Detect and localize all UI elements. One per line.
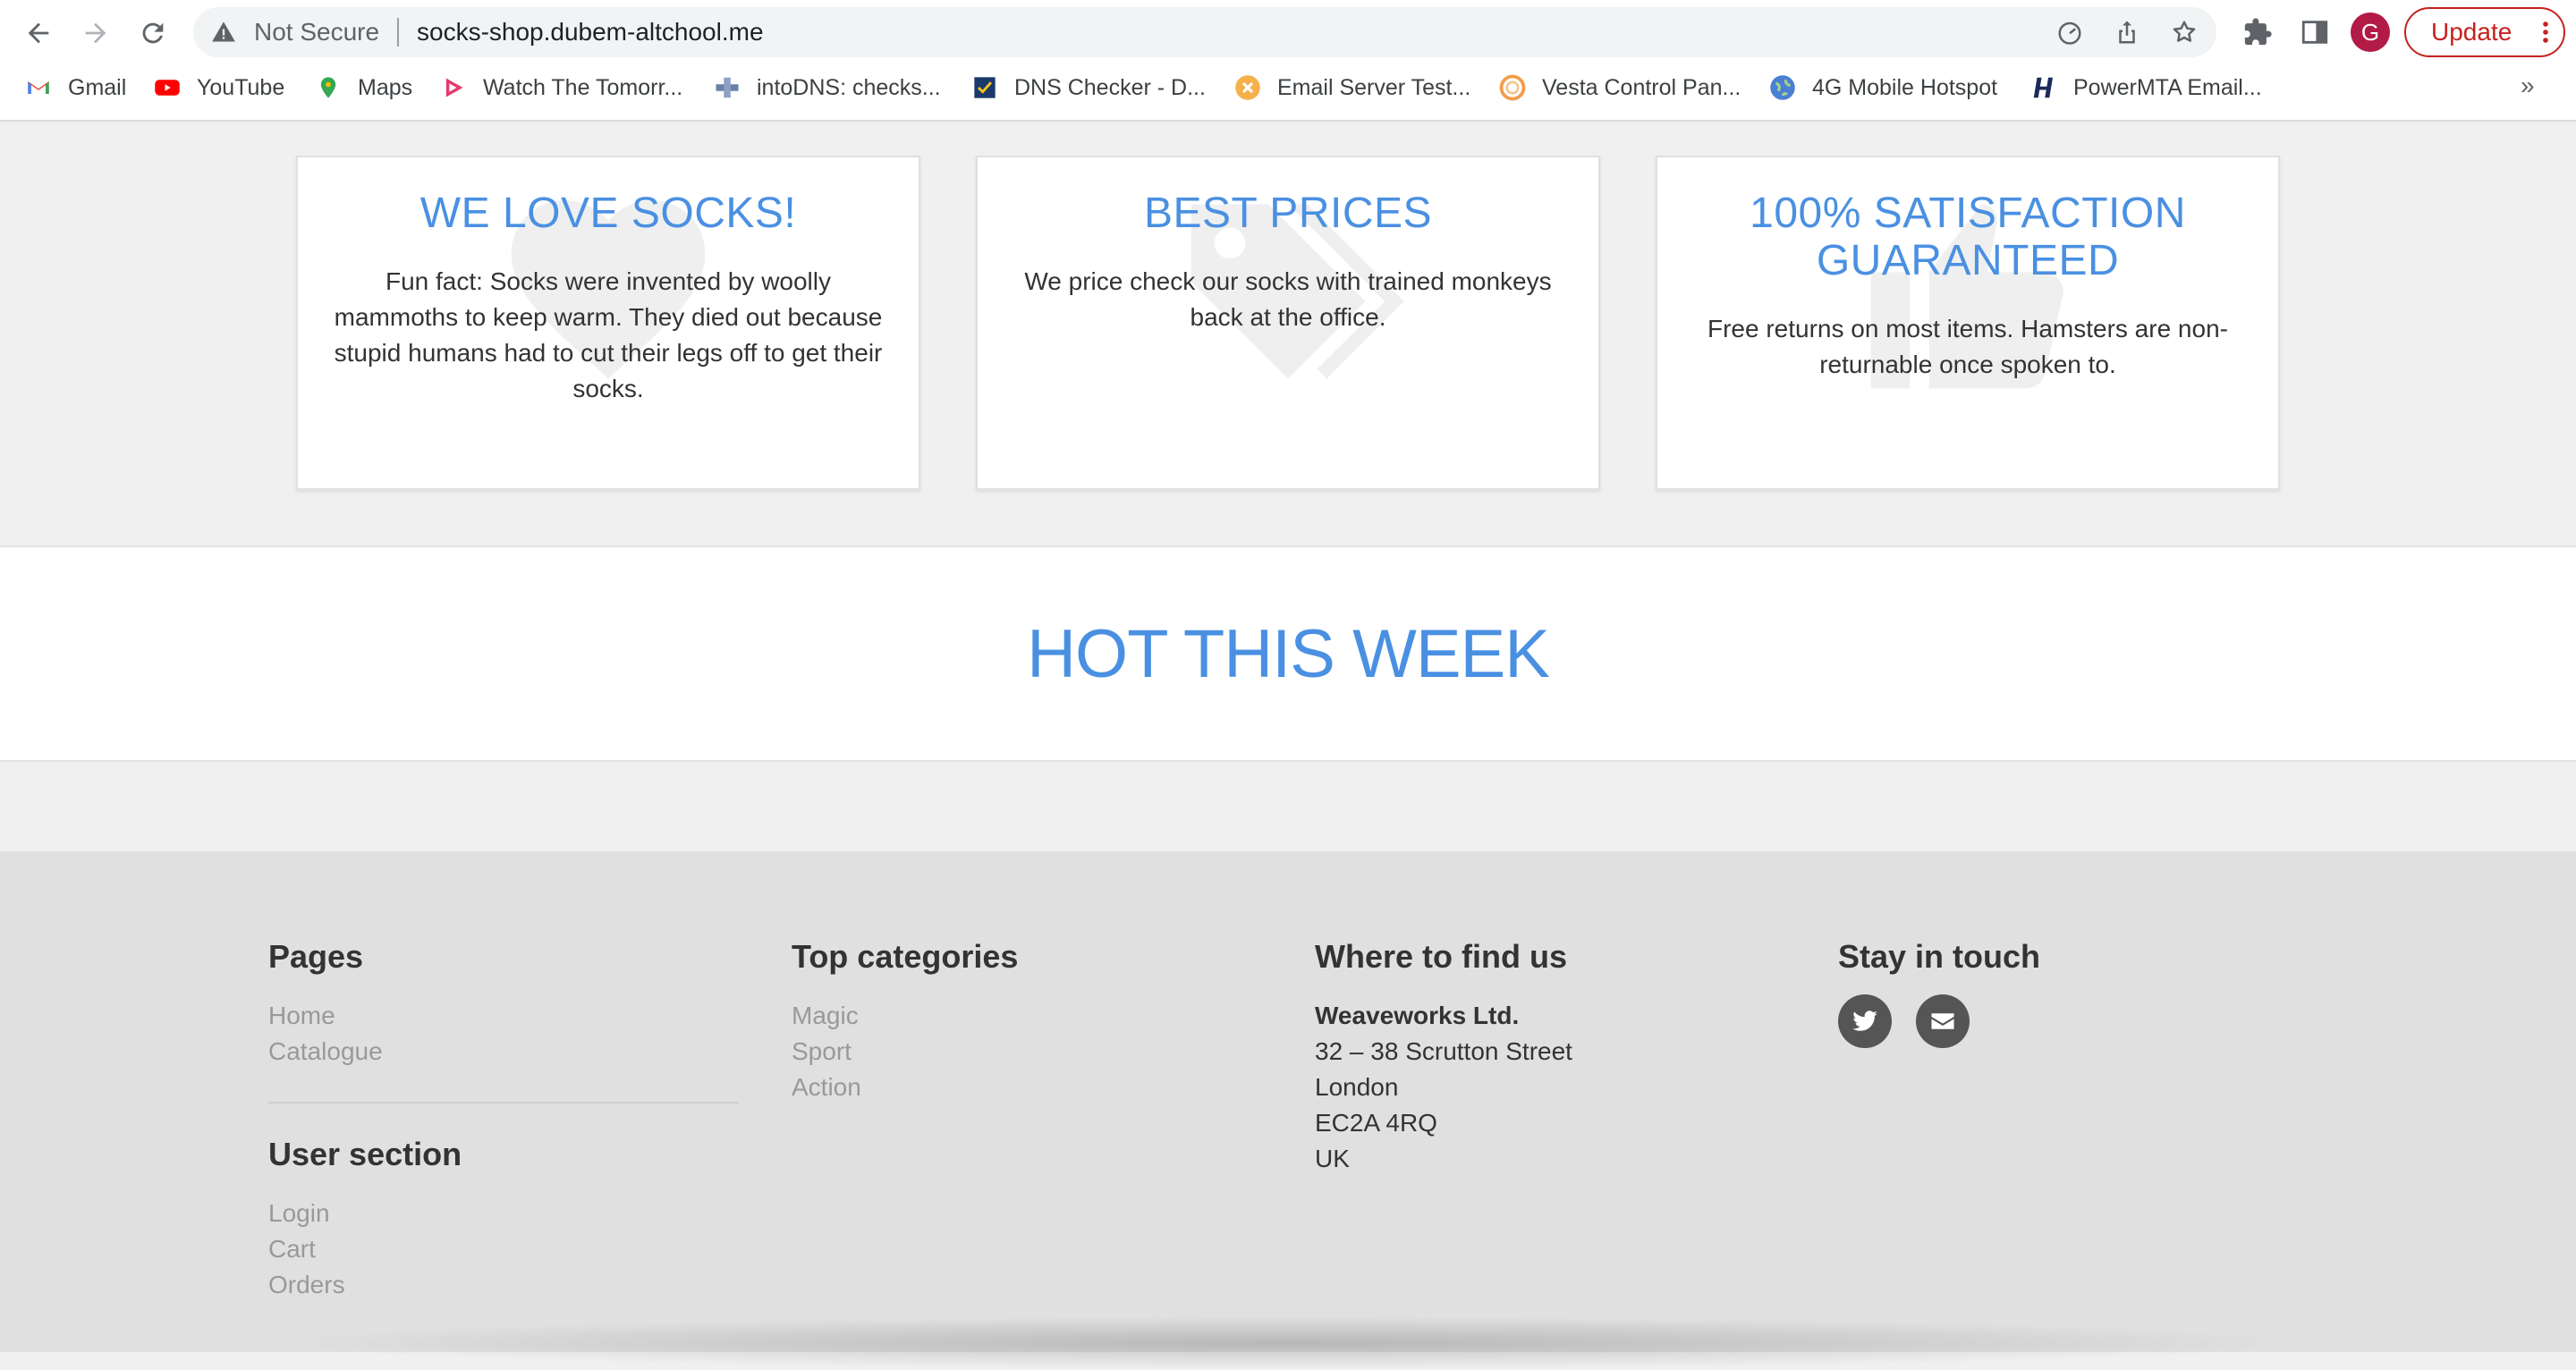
bookmark-gmail[interactable]: Gmail bbox=[25, 70, 126, 106]
feature-box-satisfaction: 100% SATISFACTION GUARANTEED Free return… bbox=[1656, 156, 2280, 490]
bookmark-vesta[interactable]: Vesta Control Pan... bbox=[1499, 70, 1741, 106]
globe-icon bbox=[1769, 74, 1796, 101]
more-bookmarks-button[interactable]: » bbox=[2521, 72, 2535, 100]
bookmark-label: Email Server Test... bbox=[1277, 74, 1471, 100]
feature-title: BEST PRICES bbox=[1143, 190, 1433, 237]
company-name: Weaveworks Ltd. bbox=[1315, 1002, 1520, 1029]
update-label: Update bbox=[2431, 18, 2512, 46]
feature-text: Free returns on most items. Hamsters are… bbox=[1707, 315, 2228, 378]
url-text[interactable]: socks-shop.dubem-altchool.me bbox=[417, 16, 764, 48]
intodns-icon bbox=[714, 74, 741, 101]
footer-where-to-find-us: Where to find us Weaveworks Ltd. 32 – 38… bbox=[1315, 937, 1572, 1177]
footer-link-magic[interactable]: Magic bbox=[792, 998, 1018, 1034]
performance-icon[interactable] bbox=[2054, 16, 2086, 48]
address-postcode: EC2A 4RQ bbox=[1315, 1109, 1437, 1137]
url-separator bbox=[397, 18, 399, 47]
footer-link-sport[interactable]: Sport bbox=[792, 1034, 1018, 1070]
youtube-icon bbox=[154, 74, 181, 101]
feature-title: 100% SATISFACTION GUARANTEED bbox=[1750, 190, 2186, 284]
bookmark-label: PowerMTA Email... bbox=[2073, 74, 2262, 100]
side-panel-icon[interactable] bbox=[2295, 13, 2334, 52]
vesta-icon bbox=[1499, 74, 1526, 101]
bookmark-maps[interactable]: Maps bbox=[315, 70, 412, 106]
bookmark-label: Watch The Tomorr... bbox=[483, 74, 683, 100]
footer-divider bbox=[268, 1102, 739, 1104]
back-arrow-icon bbox=[28, 22, 49, 44]
footer-find-us-title: Where to find us bbox=[1315, 938, 1567, 975]
bookmark-email-server-test[interactable]: Email Server Test... bbox=[1234, 70, 1470, 106]
more-menu-icon bbox=[2543, 21, 2548, 43]
footer-user-section: User section Login Cart Orders bbox=[268, 1135, 462, 1303]
dns-checker-icon bbox=[971, 74, 998, 101]
bookmark-star-icon[interactable] bbox=[2168, 16, 2200, 48]
forward-button[interactable] bbox=[75, 13, 116, 54]
address-country: UK bbox=[1315, 1145, 1350, 1172]
feature-box-best-prices: BEST PRICES We price check our socks wit… bbox=[976, 156, 1600, 490]
back-button[interactable] bbox=[18, 13, 59, 54]
extensions-icon[interactable] bbox=[2238, 13, 2277, 52]
share-icon[interactable] bbox=[2111, 16, 2143, 48]
security-label[interactable]: Not Secure bbox=[254, 16, 379, 48]
reload-icon bbox=[142, 22, 164, 44]
browser-chrome: Not Secure socks-shop.dubem-altchool.me … bbox=[0, 0, 2576, 122]
bookmark-intodns[interactable]: intoDNS: checks... bbox=[714, 70, 941, 106]
bookmark-label: intoDNS: checks... bbox=[757, 74, 941, 100]
bookmark-label: Maps bbox=[358, 74, 413, 100]
bookmark-label: Vesta Control Pan... bbox=[1542, 74, 1741, 100]
footer-link-home[interactable]: Home bbox=[268, 998, 383, 1034]
footer-pages: Pages Home Catalogue bbox=[268, 937, 383, 1070]
bookmark-dns-checker[interactable]: DNS Checker - D... bbox=[971, 70, 1206, 106]
maps-icon bbox=[315, 74, 342, 101]
reload-button[interactable] bbox=[132, 13, 174, 54]
bookmark-label: Gmail bbox=[68, 74, 127, 100]
address-street: 32 – 38 Scrutton Street bbox=[1315, 1037, 1572, 1065]
bookmark-watch-tomorrow[interactable]: Watch The Tomorr... bbox=[440, 70, 682, 106]
footer-link-login[interactable]: Login bbox=[268, 1196, 462, 1231]
email-button[interactable] bbox=[1916, 994, 1970, 1048]
footer-stay-in-touch-title: Stay in touch bbox=[1838, 938, 2041, 975]
update-button[interactable]: Update bbox=[2404, 7, 2565, 57]
feature-text: We price check our socks with trained mo… bbox=[1024, 267, 1552, 331]
footer-categories-title: Top categories bbox=[792, 938, 1019, 975]
bookmark-4g-hotspot[interactable]: 4G Mobile Hotspot bbox=[1769, 70, 1997, 106]
address-city: London bbox=[1315, 1073, 1399, 1101]
footer-pages-title: Pages bbox=[268, 938, 364, 975]
envelope-icon bbox=[1931, 1013, 1954, 1029]
feature-box-love-socks: WE LOVE SOCKS! Fun fact: Socks were inve… bbox=[296, 156, 920, 490]
powermta-icon bbox=[2030, 74, 2057, 101]
footer-link-action[interactable]: Action bbox=[792, 1070, 1018, 1105]
forward-arrow-icon bbox=[85, 22, 106, 44]
footer-link-catalogue[interactable]: Catalogue bbox=[268, 1034, 383, 1070]
address-bar[interactable]: Not Secure socks-shop.dubem-altchool.me bbox=[193, 7, 2216, 57]
warning-icon bbox=[212, 21, 235, 42]
footer-user-section-title: User section bbox=[268, 1136, 462, 1172]
footer-top-categories: Top categories Magic Sport Action bbox=[792, 937, 1018, 1105]
feature-text: Fun fact: Socks were invented by woolly … bbox=[334, 267, 883, 402]
footer-link-orders[interactable]: Orders bbox=[268, 1267, 462, 1303]
bookmark-youtube[interactable]: YouTube bbox=[154, 70, 284, 106]
bookmark-label: 4G Mobile Hotspot bbox=[1812, 74, 1998, 100]
bookmark-label: YouTube bbox=[197, 74, 285, 100]
footer-link-cart[interactable]: Cart bbox=[268, 1231, 462, 1267]
bookmark-label: DNS Checker - D... bbox=[1014, 74, 1206, 100]
bookmark-powermta[interactable]: PowerMTA Email... bbox=[2030, 70, 2262, 106]
twitter-button[interactable] bbox=[1838, 994, 1892, 1048]
hot-this-week-section: HOT THIS WEEK bbox=[0, 545, 2576, 762]
footer-stay-in-touch: Stay in touch bbox=[1838, 937, 2040, 998]
footer-shadow bbox=[268, 1316, 2308, 1370]
gmail-icon bbox=[25, 74, 52, 101]
profile-avatar[interactable]: G bbox=[2351, 13, 2390, 52]
twitter-icon bbox=[1852, 1011, 1877, 1031]
play-icon bbox=[440, 74, 467, 101]
email-test-icon bbox=[1234, 74, 1261, 101]
feature-title: WE LOVE SOCKS! bbox=[419, 190, 797, 237]
hot-this-week-title: HOT THIS WEEK bbox=[1027, 616, 1550, 692]
